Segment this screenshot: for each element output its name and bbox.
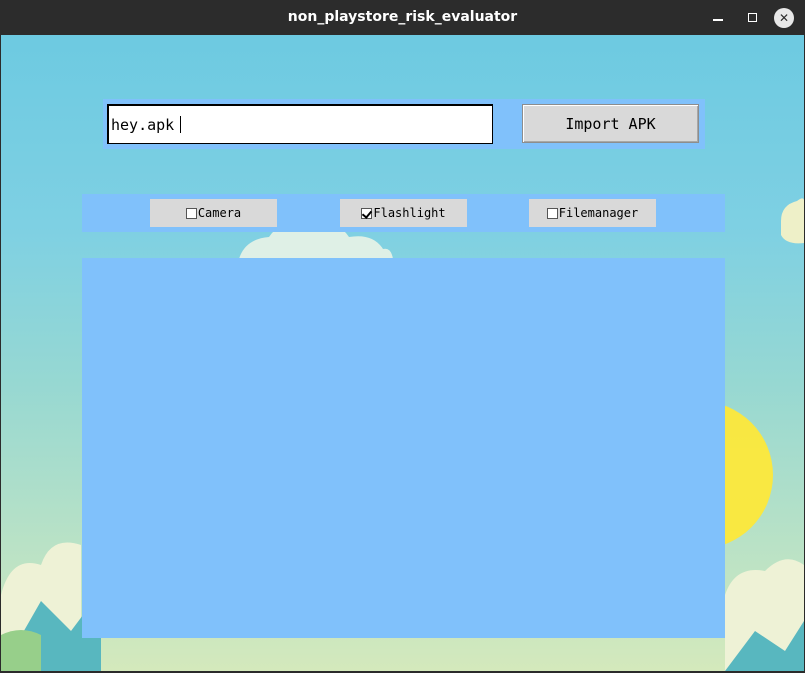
checkbox-checked-icon <box>361 207 373 219</box>
import-apk-button[interactable]: Import APK <box>522 104 699 143</box>
minimize-icon <box>713 18 723 21</box>
filemanager-checkbox[interactable]: Filemanager <box>529 199 656 227</box>
checkbox-unchecked-icon <box>546 207 558 219</box>
maximize-button[interactable] <box>737 0 767 35</box>
text-caret <box>180 116 181 133</box>
filemanager-label: Filemanager <box>558 206 639 220</box>
results-panel <box>82 258 725 638</box>
minimize-button[interactable] <box>703 0 733 35</box>
flashlight-checkbox[interactable]: Flashlight <box>340 199 467 227</box>
window-title: non_playstore_risk_evaluator <box>287 9 518 25</box>
checkbox-unchecked-icon <box>185 207 197 219</box>
app-window: Import APK Camera Flashlight Filemanager <box>1 35 804 671</box>
title-bar: non_playstore_risk_evaluator ✕ <box>0 0 805 35</box>
close-icon: ✕ <box>774 7 794 28</box>
camera-checkbox[interactable]: Camera <box>150 199 277 227</box>
camera-label: Camera <box>197 206 242 220</box>
close-button[interactable]: ✕ <box>769 0 799 35</box>
apk-path-input[interactable] <box>107 104 493 144</box>
flashlight-label: Flashlight <box>373 206 446 220</box>
maximize-icon <box>747 13 757 22</box>
